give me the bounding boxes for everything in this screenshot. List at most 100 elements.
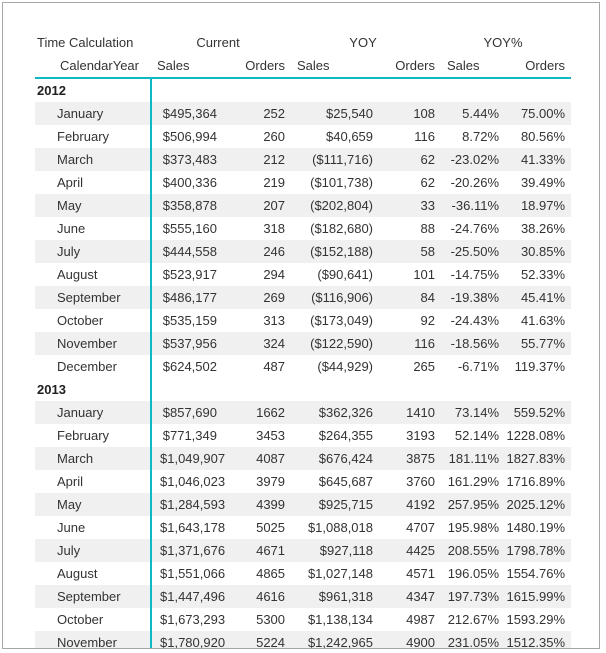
cell-current-sales: $444,558 — [151, 240, 223, 263]
cell-yoy-pct-orders: 45.41% — [505, 286, 572, 309]
cell-yoy-orders: 3760 — [379, 470, 442, 493]
year-row-empty-cell — [379, 378, 442, 401]
cell-yoy-pct-orders: 1716.89% — [505, 470, 572, 493]
year-row-empty-cell — [505, 78, 572, 102]
year-row-empty-cell — [291, 378, 380, 401]
table-row[interactable]: April $1,046,023 3979 $645,687 3760 161.29% 17… — [35, 470, 572, 493]
cell-yoy-orders: 116 — [379, 332, 442, 355]
matrix-year-row[interactable]: 2012 — [35, 78, 572, 102]
table-row[interactable]: January $495,364 252 $25,540 108 5.44% 75.00% — [35, 102, 572, 125]
cell-current-orders: 3979 — [223, 470, 292, 493]
month-label: March — [35, 148, 152, 171]
group-header-yoy[interactable]: YOY — [291, 31, 441, 52]
matrix-year-row[interactable]: 2013 — [35, 378, 572, 401]
table-row[interactable]: February $506,994 260 $40,659 116 8.72% 80.56% — [35, 125, 572, 148]
cell-current-orders: 212 — [223, 148, 292, 171]
cell-yoy-pct-sales: 52.14% — [441, 424, 506, 447]
cell-current-orders: 487 — [223, 355, 292, 378]
table-row[interactable]: November $537,956 324 ($122,590) 116 -18.56% 5… — [35, 332, 572, 355]
table-row[interactable]: November $1,780,920 5224 $1,242,965 4900 231.… — [35, 631, 572, 648]
column-header-current-sales[interactable]: Sales — [151, 52, 223, 79]
table-row[interactable]: April $400,336 219 ($101,738) 62 -20.26% 39.49… — [35, 171, 572, 194]
cell-yoy-pct-sales: -24.76% — [441, 217, 506, 240]
cell-current-orders: 207 — [223, 194, 292, 217]
cell-current-sales: $506,994 — [151, 125, 223, 148]
cell-yoy-pct-orders: 2025.12% — [505, 493, 572, 516]
cell-current-sales: $1,284,593 — [151, 493, 225, 516]
month-label: July — [35, 539, 152, 562]
table-row[interactable]: February $771,349 3453 $264,355 3193 52.14% 12… — [35, 424, 572, 447]
column-header-current-orders[interactable]: Orders — [223, 52, 292, 79]
cell-current-orders: 4865 — [223, 562, 292, 585]
cell-yoy-orders: 3875 — [379, 447, 442, 470]
cell-yoy-pct-sales: 208.55% — [441, 539, 506, 562]
cell-yoy-pct-orders: 18.97% — [505, 194, 572, 217]
cell-yoy-sales: $1,138,134 — [291, 608, 380, 631]
table-row[interactable]: September $486,177 269 ($116,906) 84 -19.38% 4… — [35, 286, 572, 309]
cell-current-orders: 313 — [223, 309, 292, 332]
group-header-yoy-pct[interactable]: YOY% — [441, 31, 571, 52]
table-row[interactable]: December $624,502 487 ($44,929) 265 -6.71% 119… — [35, 355, 572, 378]
cell-current-orders: 294 — [223, 263, 292, 286]
year-row-empty-cell — [505, 378, 572, 401]
cell-current-sales: $400,336 — [151, 171, 223, 194]
cell-yoy-pct-sales: 73.14% — [441, 401, 506, 424]
table-row[interactable]: March $1,049,907 4087 $676,424 3875 181.11% 18… — [35, 447, 572, 470]
year-row-empty-cell — [223, 78, 292, 102]
table-row[interactable]: July $1,371,676 4671 $927,118 4425 208.55% 179… — [35, 539, 572, 562]
cell-current-orders: 5224 — [223, 631, 292, 648]
cell-current-orders: 4671 — [223, 539, 292, 562]
cell-yoy-orders: 62 — [379, 148, 442, 171]
column-header-yoypct-sales[interactable]: Sales — [441, 52, 506, 79]
year-row-empty-cell — [379, 78, 442, 102]
month-label: September — [35, 286, 152, 309]
month-label: June — [35, 516, 152, 539]
cell-yoy-pct-sales: 196.05% — [441, 562, 506, 585]
cell-current-orders: 260 — [223, 125, 292, 148]
cell-yoy-orders: 265 — [379, 355, 442, 378]
column-header-yoy-sales[interactable]: Sales — [291, 52, 380, 79]
table-row[interactable]: June $1,643,178 5025 $1,088,018 4707 195.98% 1… — [35, 516, 572, 539]
cell-yoy-pct-sales: 212.67% — [441, 608, 506, 631]
month-label: July — [35, 240, 152, 263]
cell-yoy-orders: 84 — [379, 286, 442, 309]
month-label: August — [35, 562, 152, 585]
cell-current-orders: 318 — [223, 217, 292, 240]
cell-yoy-pct-sales: 5.44% — [441, 102, 506, 125]
cell-yoy-orders: 4707 — [379, 516, 442, 539]
table-row[interactable]: October $535,159 313 ($173,049) 92 -24.43% 41.… — [35, 309, 572, 332]
cell-current-orders: 246 — [223, 240, 292, 263]
cell-yoy-pct-orders: 41.33% — [505, 148, 572, 171]
table-row[interactable]: August $523,917 294 ($90,641) 101 -14.75% 52.3… — [35, 263, 572, 286]
cell-current-orders: 269 — [223, 286, 292, 309]
cell-yoy-pct-sales: -23.02% — [441, 148, 506, 171]
table-row[interactable]: May $358,878 207 ($202,804) 33 -36.11% 18.97% — [35, 194, 572, 217]
table-row[interactable]: January $857,690 1662 $362,326 1410 73.14% 559… — [35, 401, 572, 424]
year-row-empty-cell — [151, 378, 223, 401]
cell-yoy-orders: 88 — [379, 217, 442, 240]
table-row[interactable]: June $555,160 318 ($182,680) 88 -24.76% 38.26% — [35, 217, 572, 240]
table-row[interactable]: July $444,558 246 ($152,188) 58 -25.50% 30.85% — [35, 240, 572, 263]
cell-yoy-pct-orders: 39.49% — [505, 171, 572, 194]
month-label: October — [35, 608, 152, 631]
cell-yoy-pct-sales: -6.71% — [441, 355, 506, 378]
cell-yoy-pct-sales: -20.26% — [441, 171, 506, 194]
month-label: August — [35, 263, 152, 286]
table-row[interactable]: September $1,447,496 4616 $961,318 4347 197.7… — [35, 585, 572, 608]
cell-yoy-pct-orders: 1512.35% — [505, 631, 572, 648]
column-header-calendaryear[interactable]: CalendarYear — [35, 52, 151, 79]
group-header-current[interactable]: Current — [151, 31, 291, 52]
cell-current-sales: $495,364 — [151, 102, 223, 125]
month-label: April — [35, 171, 152, 194]
cell-yoy-sales: ($90,641) — [291, 263, 380, 286]
table-row[interactable]: August $1,551,066 4865 $1,027,148 4571 196.05… — [35, 562, 572, 585]
table-row[interactable]: March $373,483 212 ($111,716) 62 -23.02% 41.33… — [35, 148, 572, 171]
cell-yoy-pct-sales: -14.75% — [441, 263, 506, 286]
table-row[interactable]: October $1,673,293 5300 $1,138,134 4987 212.6… — [35, 608, 572, 631]
cell-yoy-pct-sales: 8.72% — [441, 125, 506, 148]
column-header-yoypct-orders[interactable]: Orders — [505, 52, 572, 79]
cell-current-orders: 219 — [223, 171, 292, 194]
column-header-yoy-orders[interactable]: Orders — [379, 52, 442, 79]
cell-yoy-pct-sales: 161.29% — [441, 470, 506, 493]
table-row[interactable]: May $1,284,593 4399 $925,715 4192 257.95% 2025… — [35, 493, 572, 516]
